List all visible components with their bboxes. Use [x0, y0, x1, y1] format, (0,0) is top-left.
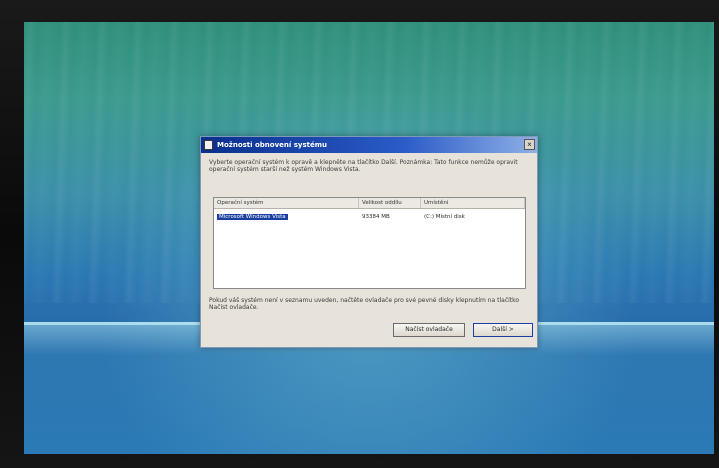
system-recovery-dialog: Možnosti obnovení systému × Vyberte oper… — [200, 136, 538, 348]
dialog-titlebar: Možnosti obnovení systému × — [201, 137, 537, 153]
os-name: Microsoft Windows Vista — [217, 214, 288, 220]
instructions-text: Vyberte operační systém k opravě a klepn… — [209, 159, 518, 173]
next-button[interactable]: Další > — [473, 323, 533, 337]
column-header-size[interactable]: Velikost oddílu — [359, 198, 421, 208]
location-cell: (C:) Místní disk — [424, 214, 465, 220]
dialog-title: Možnosti obnovení systému — [217, 141, 328, 149]
window-icon — [204, 140, 213, 150]
partition-size-cell: 93384 MB — [362, 214, 390, 220]
table-row[interactable]: Microsoft Windows Vista 93384 MB (C:) Mí… — [214, 212, 525, 222]
os-list[interactable]: Operační systém Velikost oddílu Umístění… — [213, 197, 526, 289]
os-list-header: Operační systém Velikost oddílu Umístění — [214, 198, 525, 209]
column-header-location[interactable]: Umístění — [421, 198, 525, 208]
monitor-bezel: Možnosti obnovení systému × Vyberte oper… — [0, 0, 719, 468]
close-button[interactable]: × — [524, 139, 535, 150]
load-drivers-button[interactable]: Načíst ovladače — [393, 323, 465, 337]
os-name-cell: Microsoft Windows Vista — [214, 212, 359, 222]
column-header-os[interactable]: Operační systém — [214, 198, 359, 208]
drivers-note-text: Pokud váš systém není v seznamu uveden, … — [209, 297, 520, 311]
